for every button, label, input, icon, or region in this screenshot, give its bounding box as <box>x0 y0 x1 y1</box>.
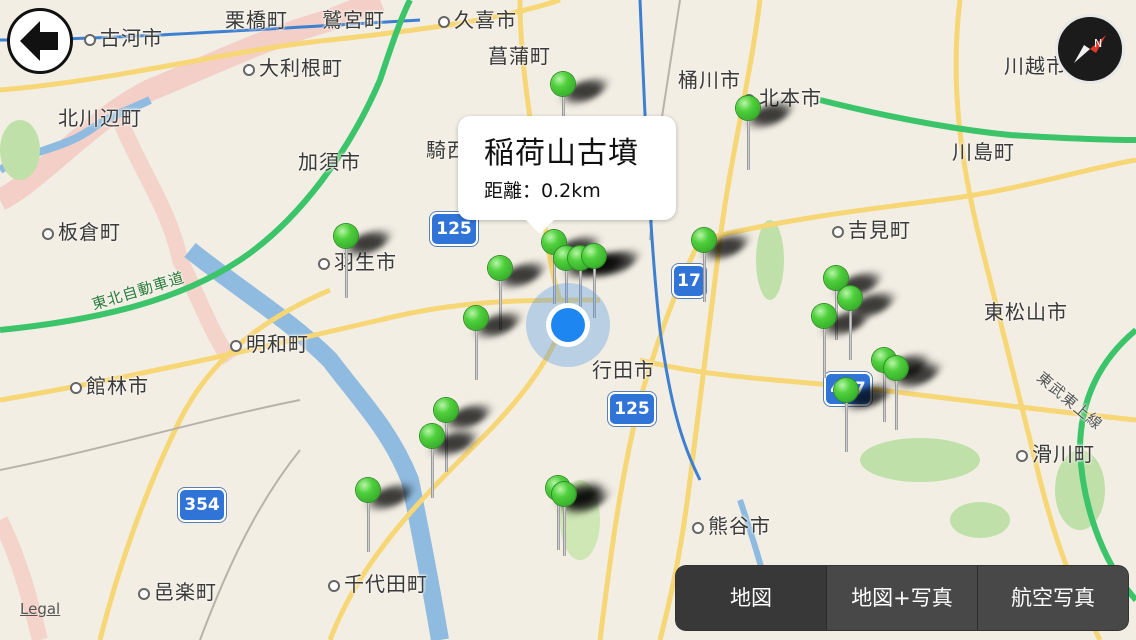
pin-head-icon <box>464 306 488 330</box>
user-location-marker <box>526 283 610 367</box>
place-label-tatebayashi: 館林市 <box>70 370 149 399</box>
place-dot-icon <box>832 225 844 238</box>
route-shield: 125 <box>608 392 656 426</box>
segment-map-photo[interactable]: 地図+写真 <box>826 566 977 630</box>
map-pin[interactable] <box>832 378 894 454</box>
place-label-kuki: 久喜市 <box>438 4 517 33</box>
place-label-kurihashi: 栗橋町 <box>225 8 288 32</box>
pin-needle <box>703 250 706 302</box>
pin-needle <box>475 328 478 380</box>
place-label-meiwa: 明和町 <box>230 328 309 357</box>
compass-button[interactable]: N <box>1055 14 1125 84</box>
pin-needle <box>367 500 370 552</box>
pin-head-icon <box>551 72 575 96</box>
callout-title: 稲荷山古墳 <box>484 136 639 171</box>
place-dot-icon <box>42 227 54 240</box>
place-dot-icon <box>84 33 96 46</box>
place-dot-icon <box>318 257 330 270</box>
pin-head-icon <box>736 96 760 120</box>
pin-head-icon <box>552 482 576 506</box>
pin-needle <box>747 118 750 170</box>
place-dot-icon <box>438 15 450 28</box>
pin-head-icon <box>488 256 512 280</box>
place-dot-icon <box>1016 449 1028 462</box>
place-dot-icon <box>328 579 340 592</box>
place-label-itakura: 板倉町 <box>42 216 121 245</box>
pin-needle <box>431 446 434 498</box>
map-pin[interactable] <box>734 96 796 172</box>
back-button[interactable] <box>7 8 73 74</box>
place-label-kawajima: 川島町 <box>952 140 1015 164</box>
map-pin[interactable] <box>418 424 480 500</box>
pin-head-icon <box>334 224 358 248</box>
segment-map[interactable]: 地図 <box>676 566 826 630</box>
place-label-kitakawabe: 北川辺町 <box>58 106 142 130</box>
pin-head-icon <box>420 424 444 448</box>
back-arrow-icon <box>20 21 58 61</box>
place-dot-icon <box>70 381 82 394</box>
place-label-koga: 古河市 <box>84 22 163 51</box>
map-type-segmented-control[interactable]: 地図 地図+写真 航空写真 <box>676 566 1128 630</box>
place-label-chiyoda: 千代田町 <box>328 568 428 597</box>
route-shield: 354 <box>178 488 226 522</box>
legal-link[interactable]: Legal <box>20 600 60 618</box>
place-label-ootone: 大利根町 <box>243 52 343 81</box>
user-location-dot <box>551 308 585 342</box>
map-pin[interactable] <box>354 478 416 554</box>
place-label-ora: 邑楽町 <box>138 576 217 605</box>
pin-needle <box>849 308 852 360</box>
pin-needle <box>345 246 348 298</box>
segment-aerial-photo[interactable]: 航空写真 <box>977 566 1128 630</box>
pin-needle <box>563 504 566 556</box>
place-label-shobu: 菖蒲町 <box>488 44 551 68</box>
map-pin[interactable] <box>462 306 524 382</box>
map-callout[interactable]: 稲荷山古墳 距離：0.2km <box>458 116 676 234</box>
place-label-higashimatsuyama: 東松山市 <box>984 300 1068 324</box>
map-pin[interactable] <box>810 304 872 380</box>
pin-head-icon <box>838 286 862 310</box>
svg-text:N: N <box>1094 37 1102 50</box>
pin-head-icon <box>884 356 908 380</box>
place-dot-icon <box>138 587 150 600</box>
map-pin[interactable] <box>690 228 752 304</box>
pin-head-icon <box>692 228 716 252</box>
place-label-kazo: 加須市 <box>298 150 361 174</box>
place-dot-icon <box>692 521 704 534</box>
pin-needle <box>823 326 826 378</box>
map-pin[interactable] <box>836 286 898 362</box>
callout-distance: 距離：0.2km <box>484 180 601 202</box>
pin-head-icon <box>812 304 836 328</box>
place-label-washimiya: 鷲宮町 <box>322 8 385 32</box>
pin-head-icon <box>434 398 458 422</box>
place-dot-icon <box>230 339 242 352</box>
pin-head-icon <box>356 478 380 502</box>
place-label-kumagaya: 熊谷市 <box>692 510 771 539</box>
place-label-yoshimi: 吉見町 <box>832 214 911 243</box>
place-label-gyoda: 行田市 <box>592 358 655 382</box>
map-pin[interactable] <box>550 482 612 558</box>
pin-needle <box>895 378 898 430</box>
pin-needle <box>845 400 848 452</box>
map-pin[interactable] <box>332 224 394 300</box>
compass-icon: N <box>1074 35 1106 63</box>
place-label-okegawa: 桶川市 <box>678 68 741 92</box>
place-dot-icon <box>243 63 255 76</box>
pin-head-icon <box>582 244 606 268</box>
place-label-namegawa: 滑川町 <box>1016 438 1095 467</box>
pin-head-icon <box>834 378 858 402</box>
